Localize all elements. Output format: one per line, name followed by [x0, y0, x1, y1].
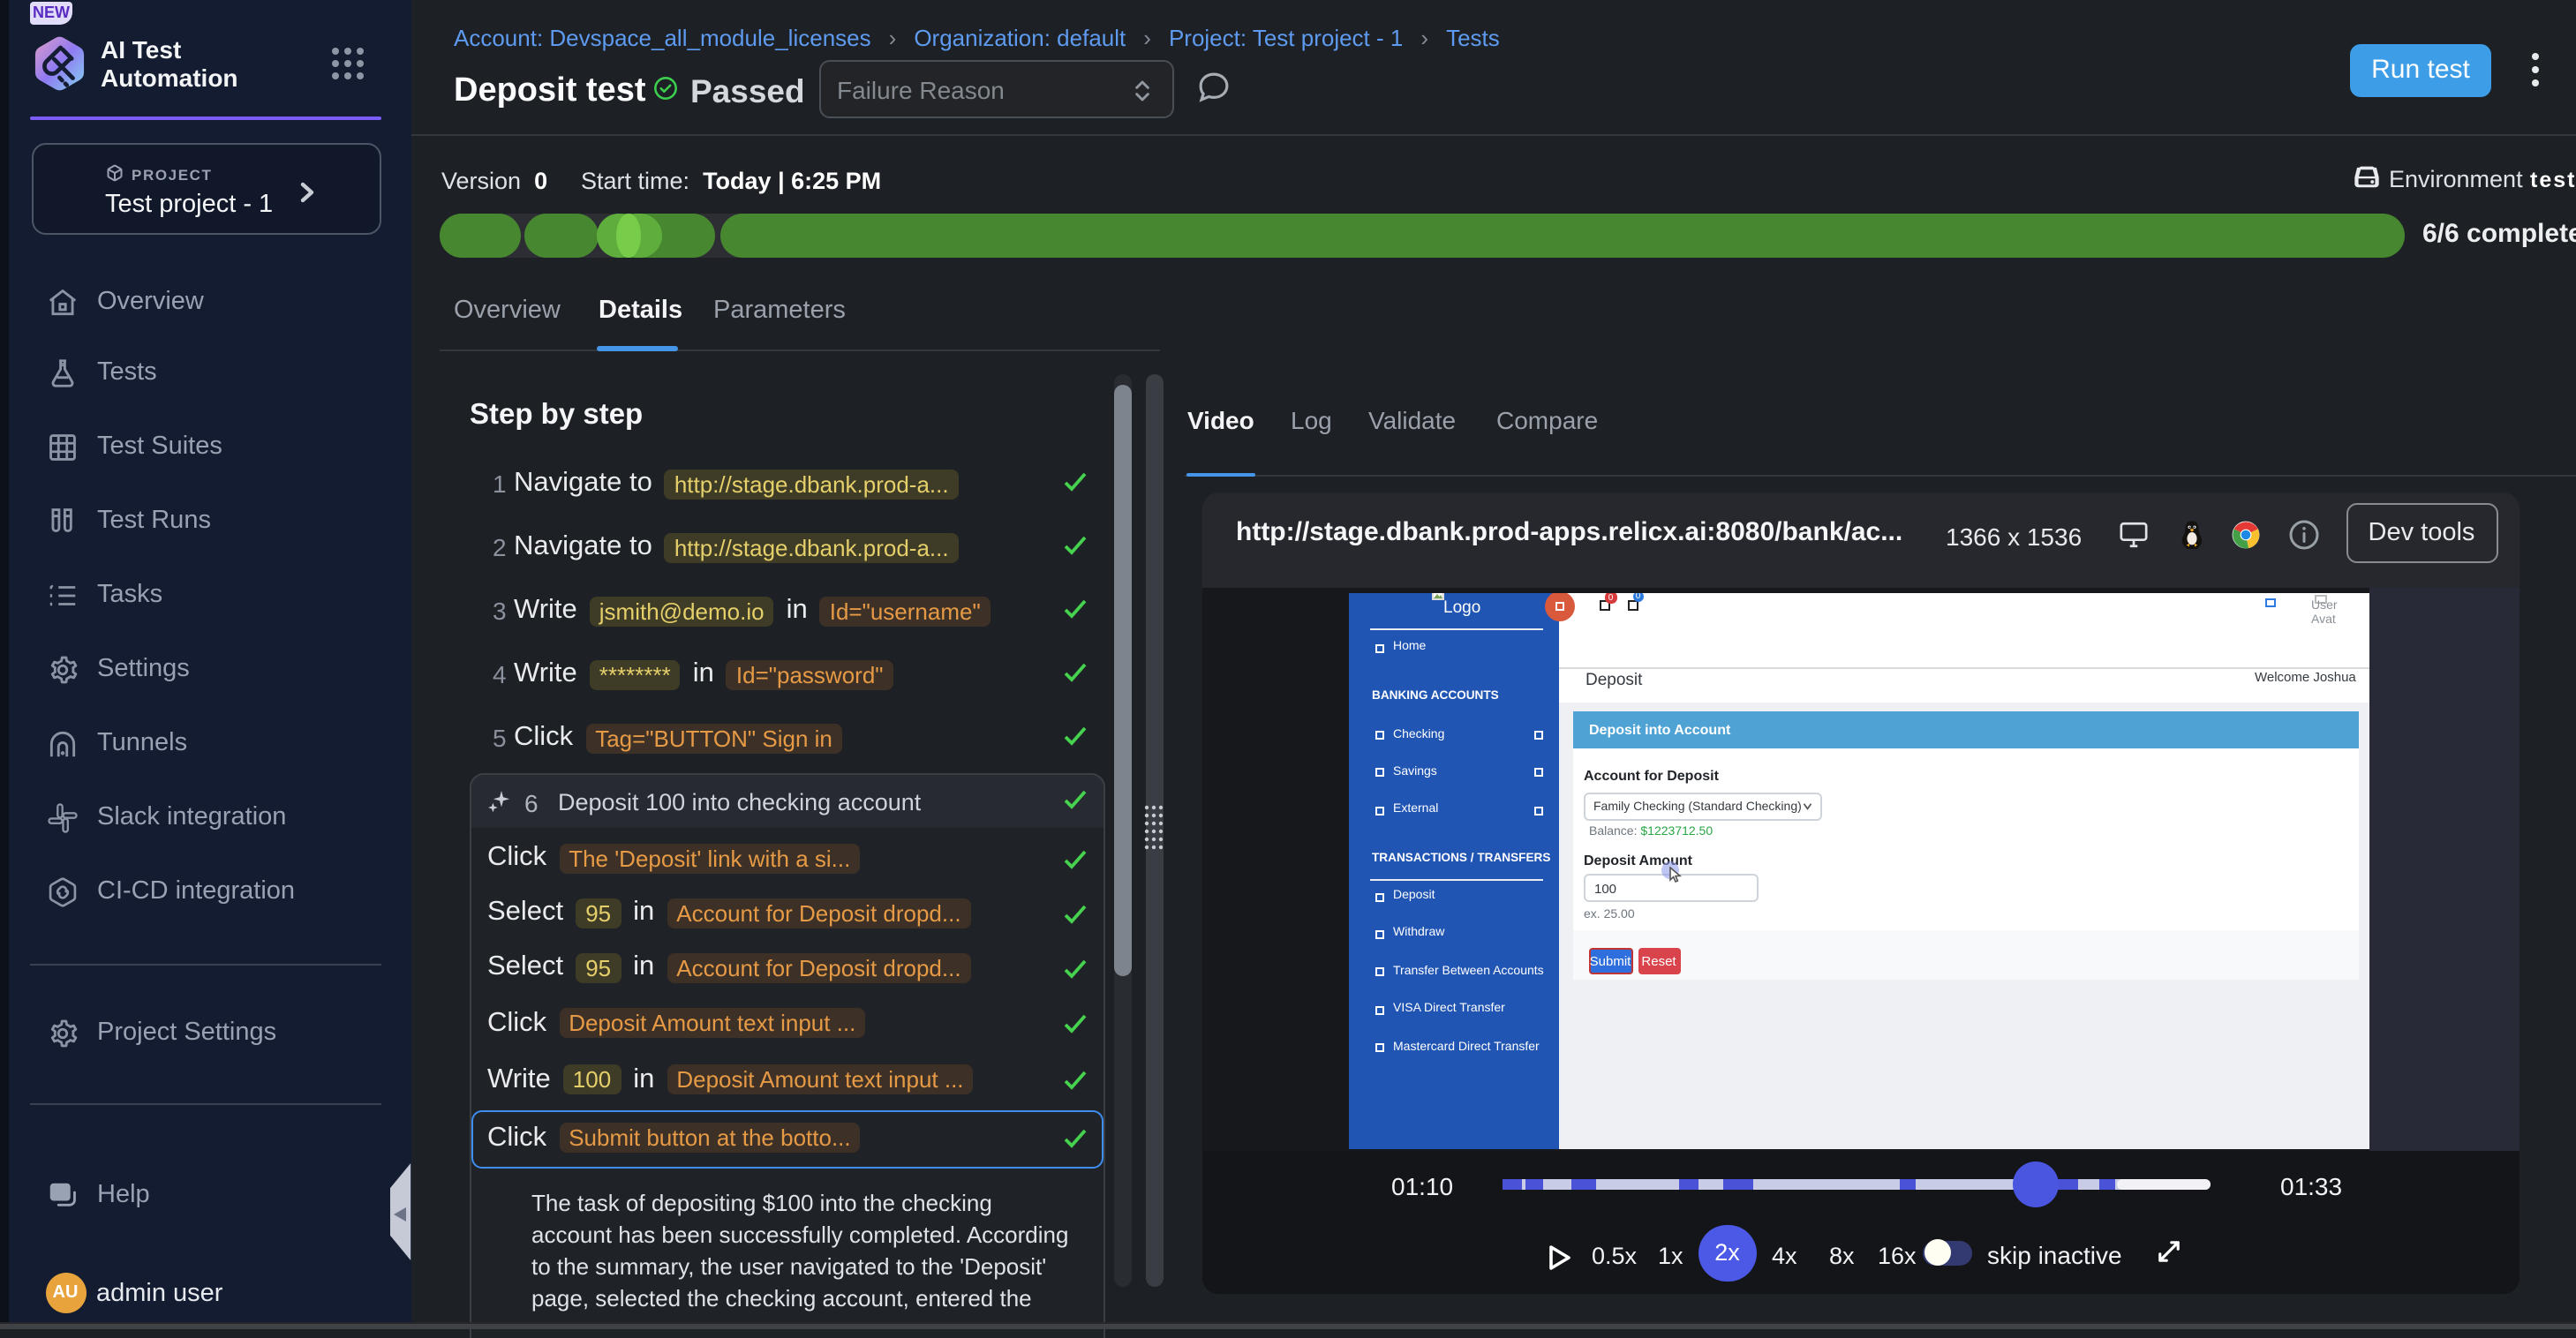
svg-text:?: ?: [56, 1183, 64, 1199]
